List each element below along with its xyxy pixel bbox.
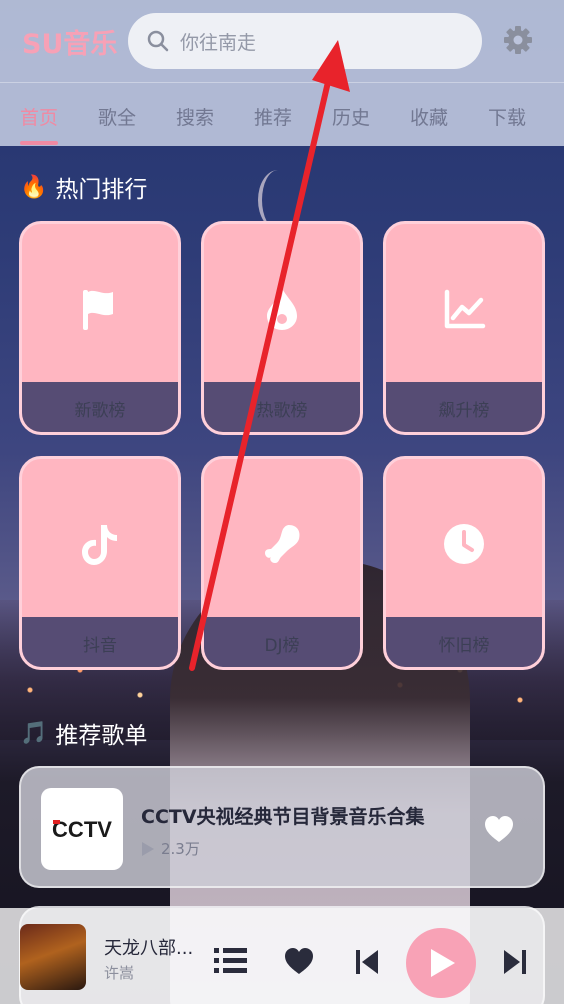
hot-ranking-title-text: 热门排行 (55, 177, 148, 203)
rank-card-hot[interactable]: 热歌榜 (201, 221, 363, 435)
trend-chart-icon (444, 289, 486, 329)
play-count-text: 2.3万 (161, 840, 200, 858)
tab-recommend[interactable]: 推荐 (254, 103, 292, 130)
card-label: 怀旧榜 (438, 636, 490, 656)
card-label: 抖音 (83, 636, 117, 656)
gear-icon[interactable] (502, 24, 534, 56)
flag-icon (83, 290, 113, 330)
artist-name: 许嵩 (104, 964, 135, 982)
playlist-cover-cctv: CCTV (41, 788, 123, 870)
cctv-logo-icon: CCTV (52, 817, 112, 842)
mini-player: 天龙八部... 许嵩 (0, 908, 564, 1004)
tab-history[interactable]: 历史 (332, 103, 370, 130)
card-label: DJ榜 (264, 636, 300, 656)
search-placeholder: 你往南走 (180, 31, 257, 54)
active-tab-indicator (20, 141, 58, 145)
card-label: 热歌榜 (256, 401, 308, 421)
next-track-icon[interactable] (502, 948, 528, 976)
card-label: 新歌榜 (74, 401, 126, 421)
tab-all[interactable]: 歌全 (98, 103, 136, 130)
song-title[interactable]: 天龙八部... (104, 934, 193, 960)
play-button[interactable] (406, 928, 476, 998)
tab-home[interactable]: 首页 (20, 103, 58, 130)
recommend-title-text: 推荐歌单 (55, 723, 148, 749)
tab-favorites[interactable]: 收藏 (410, 103, 448, 130)
svg-text:CCTV: CCTV (52, 817, 112, 842)
top-bar: SU音乐 你往南走 (0, 0, 564, 82)
hot-ranking-title: 🔥 热门排行 (20, 170, 147, 204)
tab-search[interactable]: 搜索 (176, 103, 214, 130)
recommend-playlist-title: 🎵 推荐歌单 (20, 716, 147, 750)
playlist-play-count: 2.3万 (141, 838, 200, 859)
clock-icon (444, 524, 484, 564)
heart-icon[interactable] (483, 814, 515, 844)
playlist-title: CCTV央视经典节目背景音乐合集 (141, 806, 425, 828)
play-count-icon (142, 841, 154, 856)
rank-card-rising[interactable]: 飙升榜 (383, 221, 545, 435)
like-heart-icon[interactable] (282, 946, 316, 976)
rank-card-dj[interactable]: DJ榜 (201, 456, 363, 670)
dj-icon (265, 525, 300, 563)
flame-icon (267, 290, 297, 330)
app-logo: SU音乐 (22, 29, 118, 60)
rank-card-classic[interactable]: 怀旧榜 (383, 456, 545, 670)
tab-download[interactable]: 下载 (488, 103, 526, 130)
rank-card-tiktok[interactable]: 抖音 (19, 456, 181, 670)
playlist-queue-icon[interactable] (214, 946, 248, 976)
music-note-icon: 🎵 (20, 720, 48, 746)
search-icon (147, 30, 169, 52)
search-input[interactable]: 你往南走 (128, 13, 482, 69)
tiktok-icon (82, 525, 117, 565)
play-icon (431, 949, 455, 977)
previous-track-icon[interactable] (354, 948, 380, 976)
playlist-card[interactable]: CCTV CCTV央视经典节目背景音乐合集 2.3万 (19, 766, 545, 888)
tab-bar: 首页 歌全 搜索 推荐 历史 收藏 下载 (0, 82, 564, 146)
card-label: 飙升榜 (438, 401, 490, 421)
rank-card-new[interactable]: 新歌榜 (19, 221, 181, 435)
fire-icon: 🔥 (20, 174, 48, 200)
album-art[interactable] (20, 924, 86, 990)
